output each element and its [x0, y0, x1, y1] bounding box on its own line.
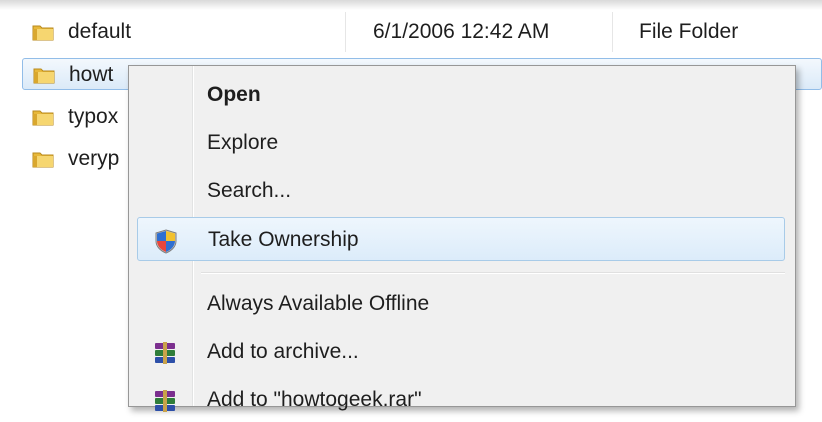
menu-item-label: Take Ownership — [208, 228, 359, 251]
folder-icon — [32, 25, 54, 41]
file-row-default[interactable]: default 6/1/2006 12:42 AM File Folder — [22, 16, 822, 48]
file-date: 6/1/2006 12:42 AM — [373, 20, 550, 43]
folder-icon — [32, 152, 54, 168]
file-name: default — [68, 20, 132, 43]
folder-icon — [32, 110, 54, 126]
menu-item-search[interactable]: Search... — [137, 169, 785, 213]
menu-item-open[interactable]: Open — [137, 73, 785, 117]
winrar-icon — [155, 342, 175, 364]
menu-item-label: Add to archive... — [207, 340, 359, 363]
winrar-icon — [155, 390, 175, 412]
menu-item-take-ownership[interactable]: Take Ownership — [137, 217, 785, 261]
file-name: veryp — [68, 147, 120, 170]
menu-item-add-to-archive[interactable]: Add to archive... — [137, 330, 785, 374]
file-name: typox — [68, 105, 119, 128]
file-type: File Folder — [639, 20, 739, 43]
context-menu: Open Explore Search... Take Ownership Al… — [128, 65, 796, 412]
menu-separator — [201, 272, 785, 274]
menu-item-label: Explore — [207, 131, 279, 154]
menu-item-explore[interactable]: Explore — [137, 121, 785, 165]
file-name: howt — [69, 63, 114, 86]
menu-item-label: Search... — [207, 179, 292, 202]
menu-item-label: Always Available Offline — [207, 292, 430, 315]
uac-shield-icon — [155, 229, 177, 254]
menu-item-label: Open — [207, 83, 261, 106]
menu-item-always-available-offline[interactable]: Always Available Offline — [137, 282, 785, 326]
folder-icon — [33, 68, 55, 84]
menu-item-label: Add to "howtogeek.rar" — [207, 388, 422, 411]
